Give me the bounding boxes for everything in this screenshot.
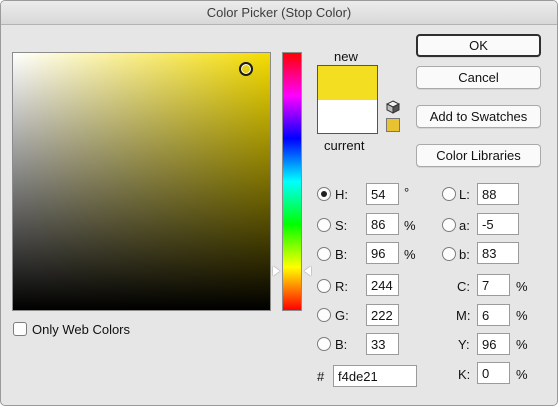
blue-field[interactable] [366,333,399,355]
cyan-field[interactable] [477,274,510,296]
window-title: Color Picker (Stop Color) [206,5,352,20]
current-swatch-label: current [324,138,365,153]
lightness-radio[interactable] [442,187,456,201]
brightness-field[interactable] [366,242,399,264]
color-field[interactable] [12,52,271,311]
current-color-swatch[interactable] [318,100,377,133]
hue-field[interactable] [366,183,399,205]
hue-slider-left-handle[interactable] [273,266,280,276]
b-channel-field[interactable] [477,242,519,264]
web-safe-color-swatch[interactable] [386,118,400,132]
hex-label: # [317,369,325,384]
red-field[interactable] [366,274,399,296]
hue-slider[interactable] [282,52,302,311]
magenta-field[interactable] [477,304,510,326]
blue-label: B: [335,337,348,352]
black-unit: % [516,367,528,382]
hex-field[interactable] [333,365,417,387]
brightness-label: B: [335,247,348,262]
new-swatch-label: new [334,49,358,64]
only-web-colors-checkbox[interactable] [13,322,27,336]
cyan-unit: % [516,279,528,294]
green-field[interactable] [366,304,399,326]
a-channel-label: a: [459,218,470,233]
color-field-cursor[interactable] [239,62,253,76]
black-label: K: [458,367,471,382]
b-channel-radio[interactable] [442,247,456,261]
new-color-swatch [318,66,377,100]
a-channel-radio[interactable] [442,218,456,232]
cancel-button[interactable]: Cancel [416,66,541,89]
hue-label: H: [335,187,348,202]
lightness-field[interactable] [477,183,519,205]
hue-slider-right-handle[interactable] [304,266,311,276]
green-radio[interactable] [317,308,331,322]
yellow-unit: % [516,337,528,352]
cyan-label: C: [457,279,470,294]
color-libraries-button[interactable]: Color Libraries [416,144,541,167]
swatch-comparison [317,65,378,134]
brightness-unit: % [404,247,416,262]
magenta-label: M: [456,308,471,323]
green-label: G: [335,308,349,323]
black-field[interactable] [477,362,510,384]
hue-radio[interactable] [317,187,331,201]
title-bar: Color Picker (Stop Color) [1,1,557,25]
lightness-label: L: [459,187,470,202]
blue-radio[interactable] [317,337,331,351]
out-of-web-gamut-cube-icon[interactable] [386,100,400,114]
hue-unit: ° [404,185,410,200]
add-to-swatches-button[interactable]: Add to Swatches [416,105,541,128]
yellow-label: Y: [458,337,470,352]
ok-button[interactable]: OK [416,34,541,57]
red-label: R: [335,279,348,294]
red-radio[interactable] [317,279,331,293]
a-channel-field[interactable] [477,213,519,235]
saturation-radio[interactable] [317,218,331,232]
only-web-colors-label: Only Web Colors [32,322,131,337]
b-channel-label: b: [459,247,470,262]
yellow-field[interactable] [477,333,510,355]
brightness-radio[interactable] [317,247,331,261]
saturation-field[interactable] [366,213,399,235]
saturation-label: S: [335,218,348,233]
magenta-unit: % [516,308,528,323]
saturation-unit: % [404,218,416,233]
color-picker-dialog: Color Picker (Stop Color) new current OK… [0,0,558,406]
